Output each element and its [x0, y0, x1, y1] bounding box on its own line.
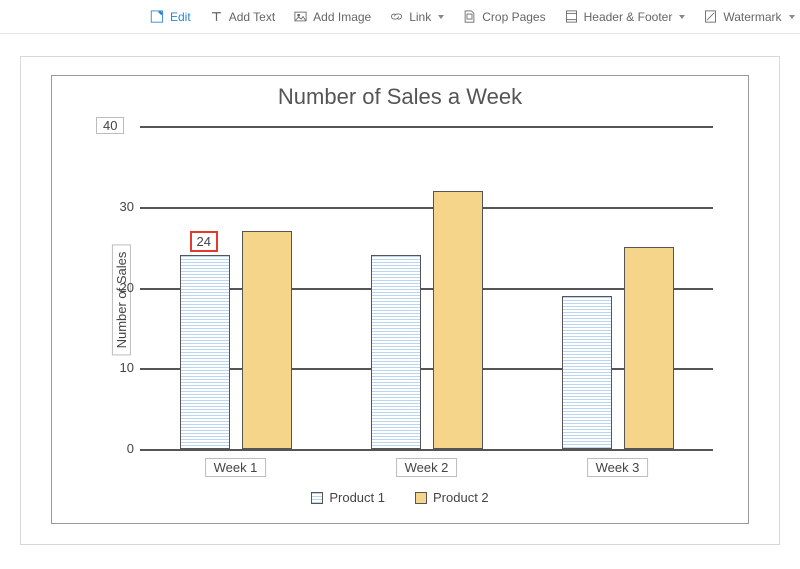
chart-title: Number of Sales a Week — [52, 84, 748, 110]
watermark-button[interactable]: Watermark — [703, 9, 794, 24]
data-label-annotation[interactable]: 24 — [190, 231, 218, 252]
legend: Product 1 Product 2 — [52, 490, 748, 505]
link-label: Link — [409, 10, 431, 24]
legend-swatch-icon — [415, 492, 427, 504]
edit-label: Edit — [170, 10, 191, 24]
gridline — [140, 207, 713, 209]
edit-button[interactable]: Edit — [150, 9, 191, 24]
header-footer-label: Header & Footer — [584, 10, 673, 24]
bar-product-1[interactable] — [180, 255, 230, 449]
bar-product-2[interactable] — [433, 191, 483, 449]
legend-swatch-icon — [311, 492, 323, 504]
link-button[interactable]: Link — [389, 9, 444, 24]
chart-body: 010203040Week 1Week 2Week 324 — [92, 126, 723, 449]
bar-product-2[interactable] — [624, 247, 674, 449]
legend-item-product-1: Product 1 — [311, 490, 385, 505]
document-canvas: Number of Sales a Week Number of Sales 0… — [20, 56, 780, 545]
y-tick-label: 10 — [104, 360, 134, 375]
watermark-label: Watermark — [723, 10, 781, 24]
edit-icon — [150, 9, 165, 24]
chevron-down-icon — [789, 15, 795, 19]
bar-product-1[interactable] — [371, 255, 421, 449]
y-tick-label[interactable]: 40 — [96, 117, 124, 134]
toolbar: Edit Add Text Add Image Link Crop Pages — [0, 0, 800, 34]
crop-pages-button[interactable]: Crop Pages — [462, 9, 545, 24]
x-tick-label[interactable]: Week 3 — [587, 458, 649, 477]
legend-item-product-2: Product 2 — [415, 490, 489, 505]
bar-product-2[interactable] — [242, 231, 292, 449]
chevron-down-icon — [438, 15, 444, 19]
header-footer-button[interactable]: Header & Footer — [564, 9, 686, 24]
legend-label: Product 1 — [329, 490, 385, 505]
header-footer-icon — [564, 9, 579, 24]
link-icon — [389, 9, 404, 24]
x-tick-label[interactable]: Week 2 — [396, 458, 458, 477]
crop-icon — [462, 9, 477, 24]
chart-container: Number of Sales a Week Number of Sales 0… — [51, 75, 749, 524]
plot-area: 010203040Week 1Week 2Week 324 — [140, 126, 713, 449]
image-icon — [293, 9, 308, 24]
gridline — [140, 449, 713, 451]
text-icon — [209, 9, 224, 24]
chevron-down-icon — [679, 15, 685, 19]
y-tick-label: 20 — [104, 280, 134, 295]
add-image-label: Add Image — [313, 10, 371, 24]
add-text-label: Add Text — [229, 10, 275, 24]
x-tick-label[interactable]: Week 1 — [205, 458, 267, 477]
add-image-button[interactable]: Add Image — [293, 9, 371, 24]
bar-product-1[interactable] — [562, 296, 612, 449]
crop-pages-label: Crop Pages — [482, 10, 545, 24]
y-tick-label: 30 — [104, 199, 134, 214]
watermark-icon — [703, 9, 718, 24]
gridline — [140, 126, 713, 128]
legend-label: Product 2 — [433, 490, 489, 505]
add-text-button[interactable]: Add Text — [209, 9, 275, 24]
y-tick-label: 0 — [104, 441, 134, 456]
